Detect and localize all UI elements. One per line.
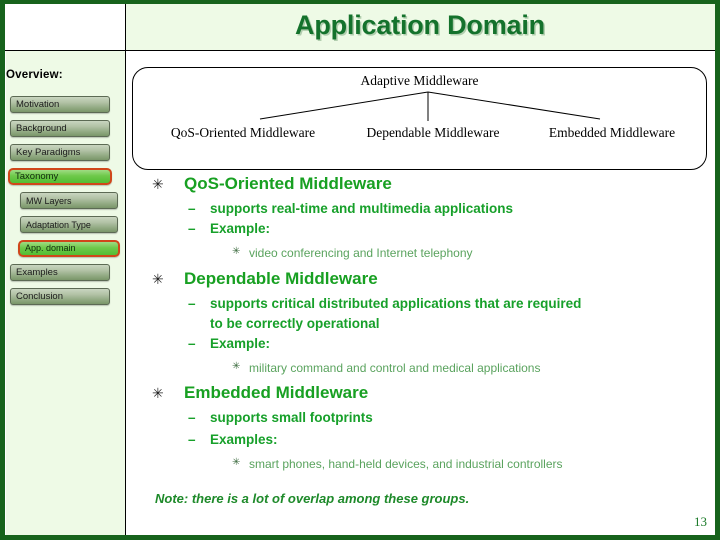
content-bullet: – Example:	[188, 336, 271, 351]
taxonomy-diagram: Adaptive Middleware QoS-Oriented Middlew…	[132, 67, 707, 170]
content-bullet-text: supports small footprints	[210, 410, 373, 425]
sidebar-item-motivation[interactable]: Motivation	[10, 96, 110, 113]
bullet-star-icon: ✳	[152, 271, 164, 287]
content-bullet-text: supports real-time and multimedia applic…	[210, 201, 514, 216]
diagram-root-label: Adaptive Middleware	[360, 73, 479, 88]
content-bullet-text: Example:	[210, 336, 271, 351]
content-bullet: – Examples:	[188, 432, 278, 447]
divider-vertical	[125, 4, 126, 535]
content-bullet: – supports small footprints	[188, 410, 373, 425]
bullet-star-icon: ✳	[232, 361, 241, 372]
sidebar-item-adaptation-type[interactable]: Adaptation Type	[20, 216, 118, 233]
dash-icon: –	[188, 296, 196, 311]
dash-icon: –	[188, 201, 196, 216]
content-bullet-text: Example:	[210, 221, 271, 236]
diagram-leaf-emb: Embedded Middleware	[548, 125, 676, 140]
content-subbullet-text: video conferencing and Internet telephon…	[249, 246, 473, 260]
sidebar-item-conclusion[interactable]: Conclusion	[10, 288, 110, 305]
note-text: Note: there is a lot of overlap among th…	[155, 491, 470, 506]
diagram-leaf-dep: Dependable Middleware	[366, 125, 500, 140]
content-subbullet: ✳ smart phones, hand-held devices, and i…	[232, 457, 563, 471]
content-heading-text: QoS-Oriented Middleware	[184, 174, 392, 193]
content-subbullet-text: military command and control and medical…	[249, 361, 541, 375]
slide-canvas: Application Domain Overview: Motivation …	[0, 0, 720, 540]
sidebar-heading: Overview:	[6, 69, 63, 81]
page-number: 13	[694, 514, 707, 529]
content-subbullet: ✳ military command and control and medic…	[232, 361, 541, 375]
content-bullet: – Example:	[188, 221, 271, 236]
content-heading-text: Dependable Middleware	[184, 269, 378, 288]
diagram-leaf-qos: QoS-Oriented Middleware	[170, 125, 316, 140]
frame-border-right	[715, 0, 720, 540]
content-bullet-text: to be correctly operational	[210, 316, 380, 331]
bullet-star-icon: ✳	[152, 385, 164, 401]
sidebar-item-examples[interactable]: Examples	[10, 264, 110, 281]
sidebar-item-mw-layers[interactable]: MW Layers	[20, 192, 118, 209]
bullet-star-icon: ✳	[152, 176, 164, 192]
sidebar-item-app-domain[interactable]: App. domain	[18, 240, 120, 257]
frame-border-left	[0, 0, 5, 540]
dash-icon: –	[188, 410, 196, 425]
divider-horizontal	[5, 50, 715, 51]
content-heading-embedded: ✳ Embedded Middleware	[152, 383, 369, 403]
sidebar-item-background[interactable]: Background	[10, 120, 110, 137]
bullet-star-icon: ✳	[232, 457, 241, 468]
dash-icon: –	[188, 221, 196, 236]
dash-icon: –	[188, 336, 196, 351]
content-bullet-text: Examples:	[210, 432, 278, 447]
content-bullet-text: supports critical distributed applicatio…	[210, 296, 582, 311]
content-subbullet-text: smart phones, hand-held devices, and ind…	[249, 457, 563, 471]
content-bullet: – supports critical distributed applicat…	[188, 296, 582, 311]
content-bullet: – supports real-time and multimedia appl…	[188, 201, 514, 216]
sidebar-item-key-paradigms[interactable]: Key Paradigms	[10, 144, 110, 161]
content-heading-qos: ✳ QoS-Oriented Middleware	[152, 174, 392, 194]
content-heading-dependable: ✳ Dependable Middleware	[152, 269, 378, 289]
content-bullet-continuation: to be correctly operational	[210, 316, 380, 331]
content-subbullet: ✳ video conferencing and Internet teleph…	[232, 246, 473, 260]
sidebar-item-taxonomy[interactable]: Taxonomy	[8, 168, 112, 185]
page-title: Application Domain	[295, 10, 545, 40]
bullet-star-icon: ✳	[232, 246, 241, 257]
corner-cell	[5, 4, 125, 50]
frame-border-bottom	[0, 535, 720, 540]
dash-icon: –	[188, 432, 196, 447]
content-heading-text: Embedded Middleware	[184, 383, 369, 402]
